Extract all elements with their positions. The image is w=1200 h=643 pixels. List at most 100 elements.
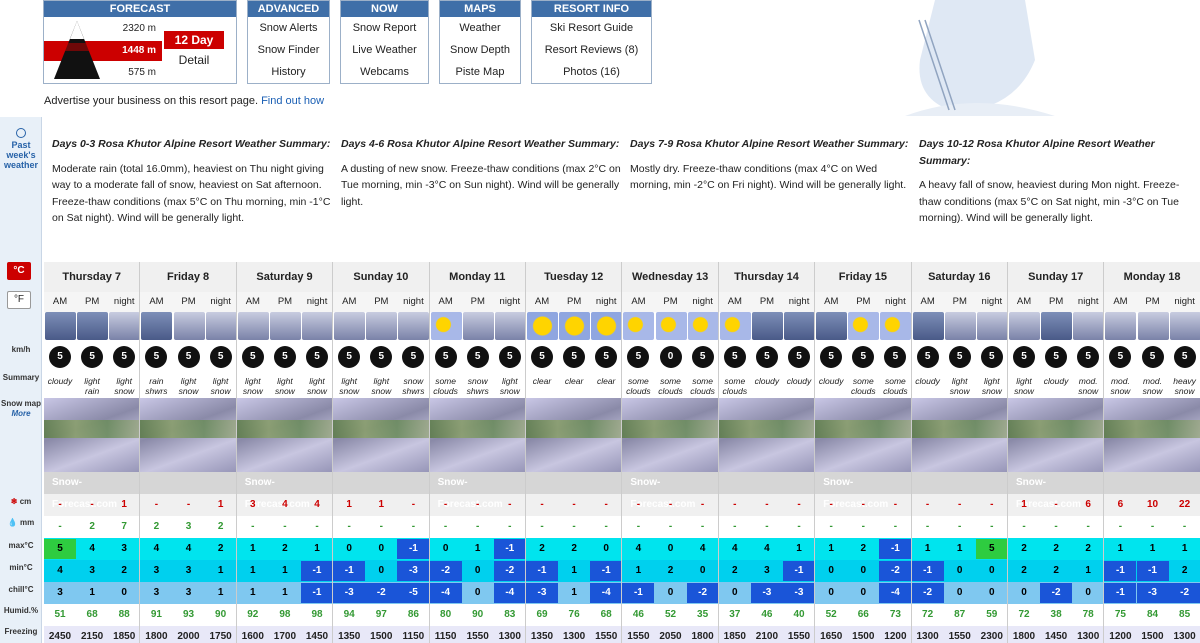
webcams-link[interactable]: Webcams — [341, 61, 428, 83]
rain-mm-cell: - — [958, 521, 962, 532]
snow-cm-cell: - — [476, 499, 480, 510]
summary-cell: cloudy — [786, 376, 812, 386]
freezing-cell: 1800 — [691, 631, 714, 642]
max-temp-cell: 4 — [635, 543, 642, 554]
min-temp-cell: 1 — [217, 565, 224, 576]
weather-icon — [1041, 312, 1073, 340]
twelve-day-button[interactable]: 12 Day — [164, 31, 224, 49]
snow-depth-link[interactable]: Snow Depth — [440, 39, 520, 61]
min-temp-cell: 0 — [828, 565, 834, 576]
period-label: AM — [1113, 296, 1128, 307]
wind-arrow-icon: 5 — [338, 346, 361, 368]
live-weather-link[interactable]: Live Weather — [341, 39, 428, 61]
weather-icon — [655, 312, 687, 340]
weather-map-link[interactable]: Weather — [440, 17, 520, 39]
freezing-cell: 1150 — [402, 631, 425, 642]
period-label: AM — [727, 296, 742, 307]
humidity-cell: 69 — [536, 609, 548, 620]
past-weather-link[interactable]: Past week's weather — [2, 128, 40, 170]
snow-finder-link[interactable]: Snow Finder — [248, 39, 329, 61]
maps-menu: MAPS Weather Snow Depth Piste Map — [439, 0, 521, 84]
min-temp-cell: -1 — [301, 561, 333, 581]
chill-label: chill°C — [8, 585, 34, 594]
snow-map-tile[interactable] — [333, 398, 430, 472]
map-watermark — [718, 472, 816, 494]
humidity-cell: 76 — [568, 609, 580, 620]
snow-map-tile[interactable] — [526, 398, 623, 472]
day-header: Sunday 17 — [1008, 262, 1105, 292]
rain-mm-cell: - — [1118, 521, 1123, 532]
wind-arrow-icon: 5 — [434, 346, 457, 368]
humidity-cell: 72 — [1018, 609, 1030, 620]
snow-report-link[interactable]: Snow Report — [341, 17, 428, 39]
map-watermark: Snow-Forecast.com — [622, 472, 719, 510]
max-temp-cell: -1 — [879, 539, 912, 559]
snow-cm-cell: - — [925, 499, 930, 510]
max-temp-cell: 1 — [956, 543, 963, 554]
day-separator — [332, 262, 334, 643]
humidity-cell: 66 — [857, 609, 869, 620]
wind-arrow-icon: 5 — [402, 346, 425, 368]
snow-map-tile[interactable] — [718, 398, 816, 472]
freezing-cell: 1700 — [273, 631, 297, 642]
chill-cell: -2 — [365, 583, 398, 603]
snow-map-tile[interactable] — [1008, 398, 1105, 472]
rain-mm-cell: - — [443, 521, 448, 532]
summary-days-0-3: Days 0-3 Rosa Khutor Alpine Resort Weath… — [52, 136, 332, 254]
fahrenheit-toggle[interactable]: °F — [7, 291, 31, 309]
min-temp-cell: 0 — [860, 565, 867, 576]
ski-resort-guide-link[interactable]: Ski Resort Guide — [532, 17, 651, 39]
snow-map-tile[interactable] — [1104, 398, 1200, 472]
chill-cell: -2 — [686, 583, 719, 603]
more-link[interactable]: More — [0, 409, 42, 418]
snow-cm-cell: - — [861, 499, 865, 510]
snow-cm-cell: 22 — [1179, 499, 1191, 510]
weather-icon — [141, 312, 173, 340]
snow-cm-cell: - — [636, 499, 641, 510]
day-header: Wednesday 13 — [622, 262, 719, 292]
photos-link[interactable]: Photos (16) — [532, 61, 651, 83]
min-temp-cell: 2 — [1021, 565, 1027, 576]
summary-cell: snow shwrs — [466, 376, 489, 396]
celsius-toggle[interactable]: °C — [7, 262, 31, 280]
freezing-cell: 1150 — [434, 631, 457, 642]
min-temp-cell: 0 — [699, 565, 706, 576]
snow-map-tile[interactable] — [44, 398, 141, 472]
summary-body: Mostly dry. Freeze-thaw conditions (max … — [630, 162, 907, 192]
past-weather-label: Past week's weather — [3, 140, 38, 170]
rain-mm-cell: - — [829, 521, 833, 532]
map-land-band — [429, 420, 525, 438]
history-link[interactable]: History — [248, 61, 329, 83]
min-temp-cell: 1 — [571, 565, 577, 576]
summary-cell: clear — [596, 376, 616, 386]
forecast-menu: FORECAST 2320 m 1448 m 575 m 12 Day Deta… — [43, 0, 237, 84]
snow-map-tile[interactable] — [429, 398, 526, 472]
wind-arrow-icon: 5 — [852, 346, 875, 368]
snow-map-tile[interactable] — [815, 398, 912, 472]
freezing-cell: 1300 — [498, 631, 521, 642]
chill-cell: 0 — [860, 587, 867, 598]
period-label: AM — [1016, 296, 1032, 307]
day-header: Friday 8 — [140, 262, 237, 292]
wind-arrow-icon: 5 — [627, 346, 650, 368]
max-temp-cell: 2 — [539, 543, 545, 554]
snow-alerts-link[interactable]: Snow Alerts — [248, 17, 329, 39]
rain-mm-cell: - — [604, 521, 608, 532]
resort-reviews-link[interactable]: Resort Reviews (8) — [532, 39, 651, 61]
forecast-header: FORECAST — [44, 1, 236, 17]
snow-cm-cell: - — [829, 499, 833, 510]
map-watermark: Snow-Forecast.com — [429, 472, 526, 510]
chill-cell: -3 — [1136, 583, 1169, 603]
snow-map-tile[interactable] — [622, 398, 719, 472]
humidity-cell: 75 — [1114, 609, 1126, 620]
detail-link[interactable]: Detail — [164, 53, 224, 67]
snow-map-tile[interactable] — [911, 398, 1008, 472]
snow-map-tile[interactable] — [236, 398, 334, 472]
summary-cell: light snow — [274, 376, 295, 396]
piste-map-link[interactable]: Piste Map — [440, 61, 520, 83]
snow-cm-cell: - — [958, 499, 962, 510]
snow-map-tile[interactable] — [140, 398, 237, 472]
snow-cm-cell: - — [90, 499, 94, 510]
find-out-how-link[interactable]: Find out how — [261, 95, 324, 107]
max-temp-cell: 0 — [346, 543, 352, 554]
